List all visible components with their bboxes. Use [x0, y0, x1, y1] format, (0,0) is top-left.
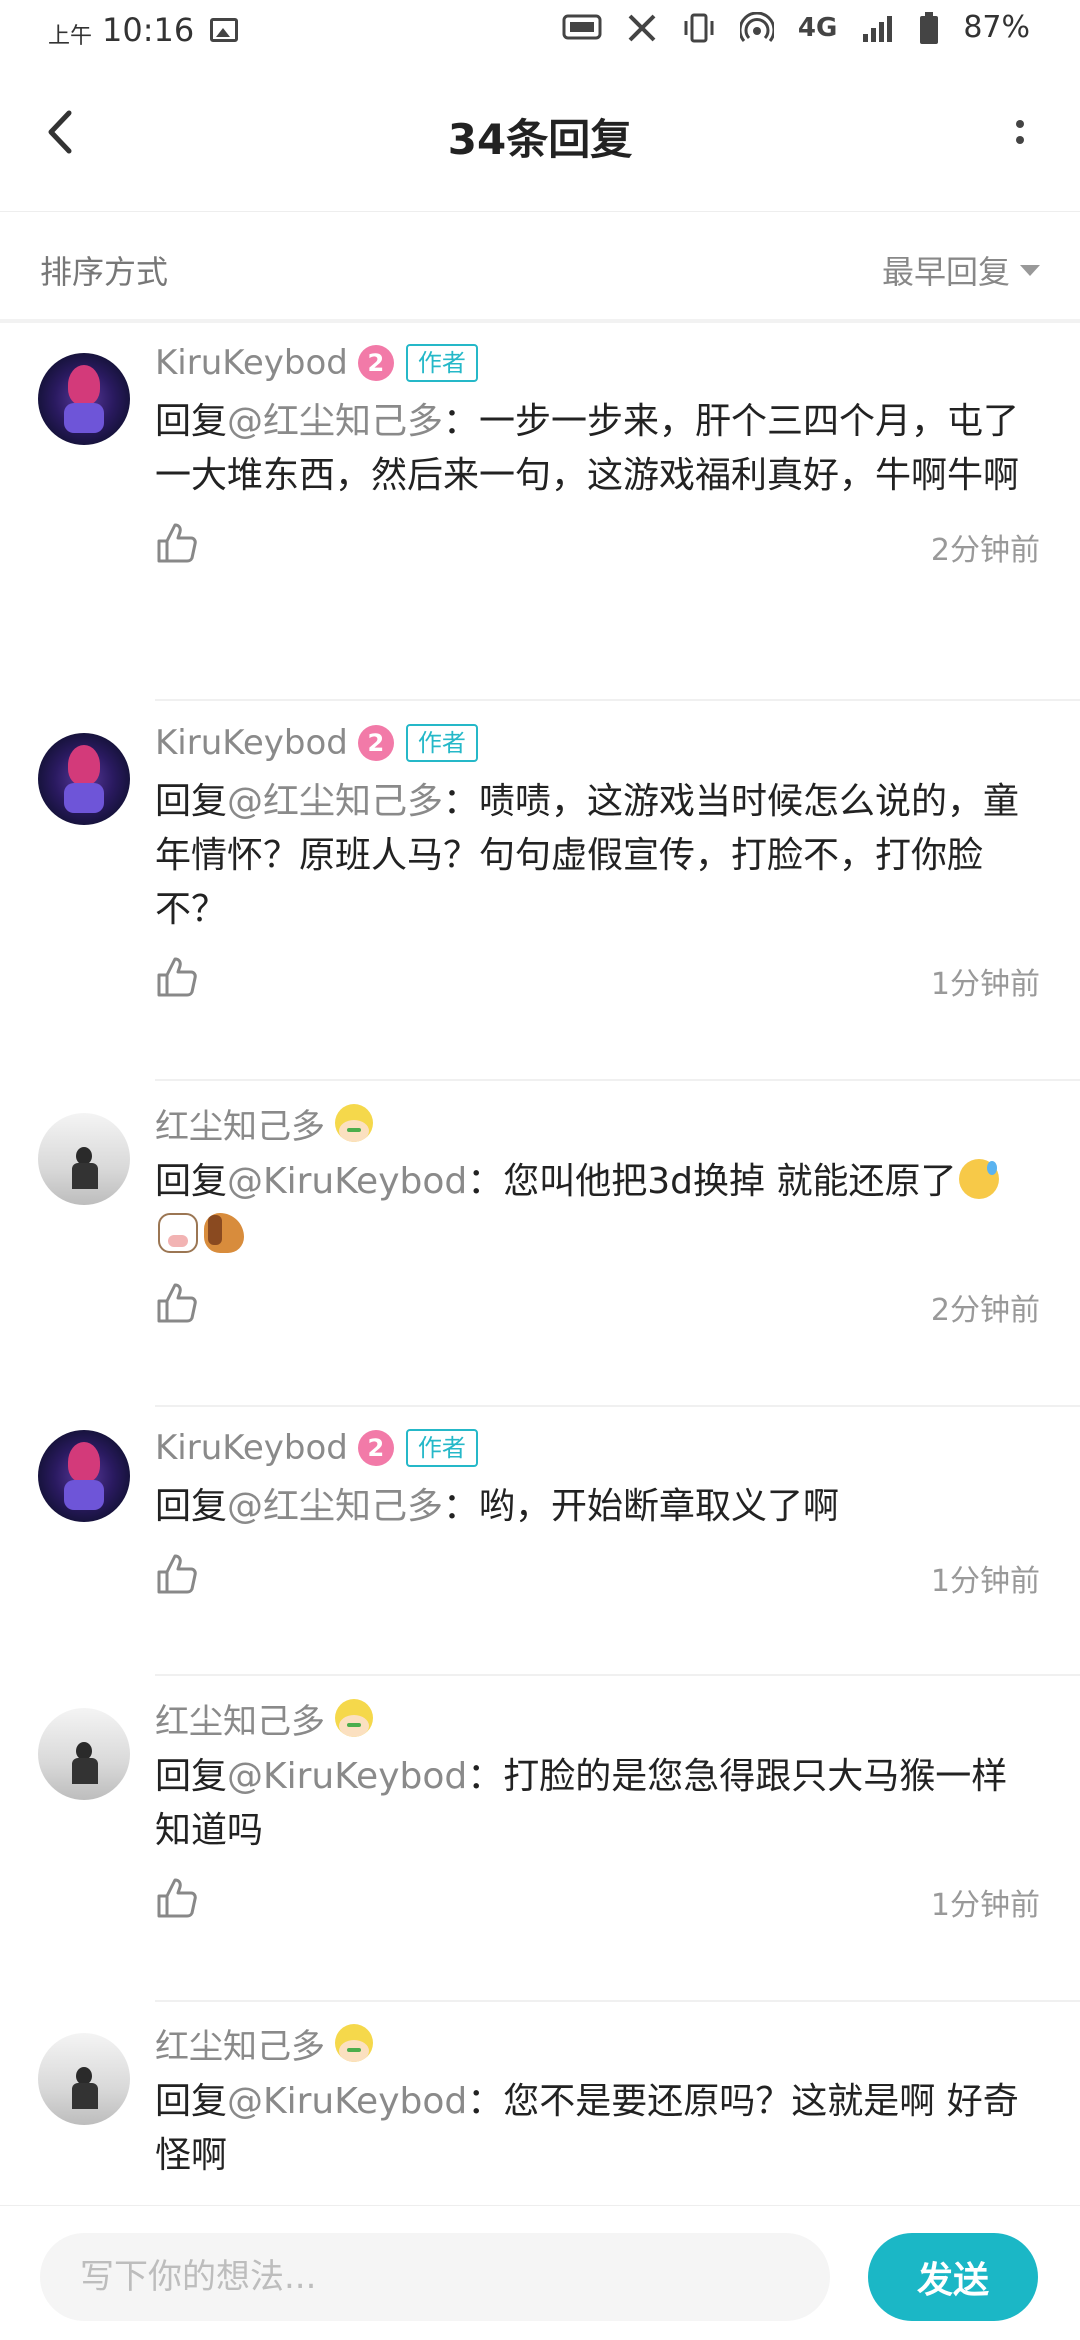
divider [155, 1674, 1080, 1676]
username[interactable]: KiruKeybod [155, 723, 348, 763]
comment-item: KiruKeybod 2 作者 回复@红尘知己多：一步一步来，肝个三四个月，屯了… [0, 327, 1080, 707]
network-type: 4G [797, 12, 838, 43]
x-app-icon [628, 14, 656, 41]
author-tag: 作者 [405, 1429, 478, 1467]
reply-prefix: 回复 [155, 781, 228, 822]
app-header: 34条回复 [0, 62, 1080, 212]
cow-emoji-icon [158, 1213, 198, 1253]
comment-item: KiruKeybod 2 作者 回复@红尘知己多：哟，开始断章取义了啊 1分钟前 [0, 1412, 1080, 1682]
comment-time: 1分钟前 [930, 1888, 1040, 1923]
comment-item: 红尘知己多 回复@KiruKeybod：您叫他把3d换掉 就能还原了 2分钟前 [0, 1087, 1080, 1412]
avatar[interactable] [38, 1113, 130, 1205]
sort-dropdown[interactable]: 最早回复 [882, 247, 1040, 293]
battery-icon [920, 11, 939, 44]
thumbs-up-icon[interactable] [155, 1876, 199, 1920]
sort-value: 最早回复 [881, 253, 1010, 291]
more-options-button[interactable] [990, 102, 1050, 162]
username[interactable]: 红尘知己多 [155, 1694, 325, 1743]
user-emoji-badge [335, 1104, 373, 1142]
thumbs-up-icon[interactable] [155, 955, 199, 999]
reply-prefix: 回复 [155, 1756, 228, 1797]
reply-input[interactable] [40, 2233, 830, 2321]
comment-body: ：哟，开始断章取义了啊 [443, 1486, 840, 1527]
status-bar: 上午 10:16 4G 87% [0, 0, 1080, 62]
comment-item: KiruKeybod 2 作者 回复@红尘知己多：啧啧，这游戏当时候怎么说的，童… [0, 707, 1080, 1087]
divider [155, 1405, 1080, 1407]
username[interactable]: KiruKeybod [155, 343, 348, 383]
mention-link[interactable]: @KiruKeybod [227, 1161, 467, 1202]
mention-link[interactable]: @红尘知己多 [227, 1486, 443, 1527]
author-tag: 作者 [405, 724, 478, 762]
comment-body: ：您叫他把3d换掉 就能还原了 [467, 1161, 957, 1202]
caret-down-icon [1020, 264, 1040, 276]
thumbs-up-icon[interactable] [155, 1281, 199, 1325]
avatar[interactable] [38, 733, 130, 825]
page-title: 34条回复 [447, 115, 633, 164]
avatar[interactable] [38, 2033, 130, 2125]
level-badge: 2 [357, 725, 394, 761]
vibrate-icon [684, 13, 714, 42]
sweat-smile-emoji-icon [959, 1159, 1000, 1199]
mention-link[interactable]: @红尘知己多 [227, 401, 443, 442]
status-ampm: 上午 [48, 24, 93, 49]
comment-text[interactable]: 回复@KiruKeybod：您不是要还原吗？这就是啊 好奇怪啊 [155, 2075, 1040, 2183]
signal-icon [863, 15, 893, 42]
comment-text[interactable]: 回复@红尘知己多：哟，开始断章取义了啊 [155, 1480, 1040, 1534]
user-emoji-badge [335, 1699, 373, 1737]
comment-time: 2分钟前 [930, 533, 1040, 568]
author-tag: 作者 [405, 344, 478, 382]
username[interactable]: KiruKeybod [155, 1428, 348, 1468]
mention-link[interactable]: @KiruKeybod [227, 1756, 467, 1797]
thumbs-up-icon[interactable] [155, 521, 199, 565]
comment-item: 红尘知己多 回复@KiruKeybod：您不是要还原吗？这就是啊 好奇怪啊 [0, 2007, 1080, 2207]
username[interactable]: 红尘知己多 [155, 1099, 325, 1148]
level-badge: 2 [357, 1430, 394, 1466]
comment-text[interactable]: 回复@KiruKeybod：您叫他把3d换掉 就能还原了 [155, 1155, 1040, 1263]
mention-link[interactable]: @KiruKeybod [227, 2081, 467, 2122]
battery-percent: 87% [963, 10, 1030, 45]
image-icon [210, 18, 239, 42]
comment-time: 2分钟前 [930, 1293, 1040, 1328]
username[interactable]: 红尘知己多 [155, 2019, 325, 2068]
reply-prefix: 回复 [155, 1161, 228, 1202]
reply-page: 上午 10:16 4G 87% 34条回复 排序方式 最早回复 KiruKeyb… [0, 0, 1080, 2340]
horse-emoji-icon [204, 1213, 244, 1253]
avatar[interactable] [38, 353, 130, 445]
reply-prefix: 回复 [155, 401, 228, 442]
avatar[interactable] [38, 1430, 130, 1522]
hotspot-icon [739, 11, 774, 42]
comment-item: 红尘知己多 回复@KiruKeybod：打脸的是您急得跟只大马猴一样知道吗 1分… [0, 1682, 1080, 2007]
comment-time: 1分钟前 [930, 1564, 1040, 1599]
comment-text[interactable]: 回复@红尘知己多：一步一步来，肝个三四个月，屯了一大堆东西，然后来一句，这游戏福… [155, 395, 1040, 503]
divider [155, 1079, 1080, 1081]
status-time: 10:16 [102, 11, 195, 49]
user-emoji-badge [335, 2024, 373, 2062]
dot-icon [1016, 120, 1024, 128]
mention-link[interactable]: @红尘知己多 [227, 781, 443, 822]
reply-bar: 发送 [0, 2205, 1080, 2340]
reply-prefix: 回复 [155, 1486, 228, 1527]
status-left: 上午 10:16 [48, 10, 239, 50]
comment-text[interactable]: 回复@KiruKeybod：打脸的是您急得跟只大马猴一样知道吗 [155, 1750, 1040, 1858]
comment-time: 1分钟前 [930, 967, 1040, 1002]
comment-text[interactable]: 回复@红尘知己多：啧啧，这游戏当时候怎么说的，童年情怀？原班人马？句句虚假宣传，… [155, 775, 1040, 937]
refresh-rate-120hz-icon [562, 14, 602, 39]
divider [155, 2000, 1080, 2002]
level-badge: 2 [357, 345, 394, 381]
sort-bar: 排序方式 最早回复 [0, 213, 1080, 323]
sort-label: 排序方式 [40, 253, 169, 291]
dot-icon [1016, 136, 1024, 144]
divider [155, 699, 1080, 701]
reply-prefix: 回复 [155, 2081, 228, 2122]
avatar[interactable] [38, 1708, 130, 1800]
send-button[interactable]: 发送 [868, 2233, 1038, 2321]
thumbs-up-icon[interactable] [155, 1552, 199, 1596]
status-right: 4G 87% [562, 10, 1030, 45]
